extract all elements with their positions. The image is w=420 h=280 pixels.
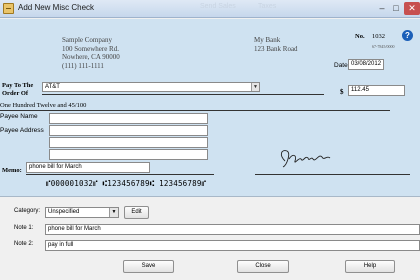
- dollar-sign: $: [340, 88, 344, 96]
- edit-category-button[interactable]: Edit: [124, 206, 149, 219]
- pay-to-label: Pay To The Order Of: [2, 82, 33, 97]
- payee-name-label: Payee Name: [0, 113, 38, 120]
- company-city: Nowhere, CA 90000: [62, 53, 120, 61]
- check-number: 1032: [372, 33, 385, 40]
- window-title: Add New Misc Check: [18, 3, 95, 12]
- payee-select[interactable]: AT&T ▼: [42, 82, 260, 92]
- memo-field[interactable]: phone bill for March: [26, 162, 150, 173]
- note2-field[interactable]: pay in full: [45, 240, 420, 251]
- payee-value: AT&T: [45, 84, 60, 90]
- payee-address-line-2-field[interactable]: [49, 137, 208, 148]
- note2-label: Note 2:: [14, 241, 34, 247]
- company-phone: (111) 111-1111: [62, 61, 104, 70]
- payee-name-field[interactable]: [49, 113, 208, 124]
- routing-fraction: 67-7845/0000: [372, 44, 395, 49]
- bank-address: My Bank 123 Bank Road: [254, 36, 298, 53]
- amount-words-line: [0, 110, 390, 111]
- minimize-icon[interactable]: –: [376, 2, 388, 15]
- note1-label: Note 1:: [14, 225, 34, 231]
- memo-label: Memo:: [2, 167, 22, 174]
- payee-address-line-1-field[interactable]: [49, 125, 208, 136]
- amount-field[interactable]: 112.45: [348, 85, 405, 96]
- signature-line: [255, 174, 410, 175]
- check-panel: Sample Company 100 Somewhere Rd. Nowhere…: [0, 19, 420, 197]
- help-icon[interactable]: ?: [402, 30, 413, 41]
- payee-address-line-3-field[interactable]: [49, 149, 208, 160]
- company-name: Sample Company: [62, 36, 112, 44]
- background-tab-label: Send Sales: [200, 3, 236, 10]
- micr-line: ⑈000001032⑈ ⑆123456789⑆ 123456789⑈: [46, 179, 207, 188]
- pay-to-line: [42, 94, 324, 95]
- pay-to-label-line-1: Pay To The: [2, 82, 34, 89]
- background-tab-label: Taxes: [258, 3, 277, 10]
- check-details-form: Category: Unspecified ▼ Edit Note 1: pho…: [0, 198, 420, 280]
- maximize-icon[interactable]: □: [390, 2, 402, 15]
- date-label: Date: [334, 62, 348, 69]
- close-button[interactable]: Close: [237, 260, 289, 273]
- help-button[interactable]: Help: [345, 260, 395, 273]
- title-bar: Add New Misc Check Send Sales Taxes – □ …: [0, 0, 420, 18]
- company-street: 100 Somewhere Rd.: [62, 44, 119, 53]
- amount-in-words: One Hundred Twelve and 45/100: [0, 102, 87, 109]
- bank-name: My Bank: [254, 36, 281, 44]
- category-value: Unspecified: [48, 209, 80, 215]
- save-button[interactable]: Save: [123, 260, 174, 273]
- close-window-icon[interactable]: ✕: [404, 2, 420, 15]
- chevron-down-icon[interactable]: ▼: [251, 83, 259, 91]
- payee-address-label: Payee Address: [0, 127, 44, 134]
- company-address: Sample Company 100 Somewhere Rd. Nowhere…: [62, 36, 120, 70]
- note1-field[interactable]: phone bill for March: [45, 224, 420, 235]
- pay-to-label-line-2: Order Of: [2, 89, 29, 97]
- date-field[interactable]: 03/08/2012: [348, 59, 384, 70]
- category-select[interactable]: Unspecified ▼: [45, 207, 119, 218]
- check-app-icon: [3, 3, 14, 14]
- check-number-label: No.: [355, 33, 365, 40]
- memo-line: [26, 174, 214, 175]
- category-label: Category:: [14, 208, 41, 214]
- chevron-down-icon[interactable]: ▼: [109, 208, 118, 217]
- signature-image: [280, 150, 331, 168]
- bank-street: 123 Bank Road: [254, 44, 298, 53]
